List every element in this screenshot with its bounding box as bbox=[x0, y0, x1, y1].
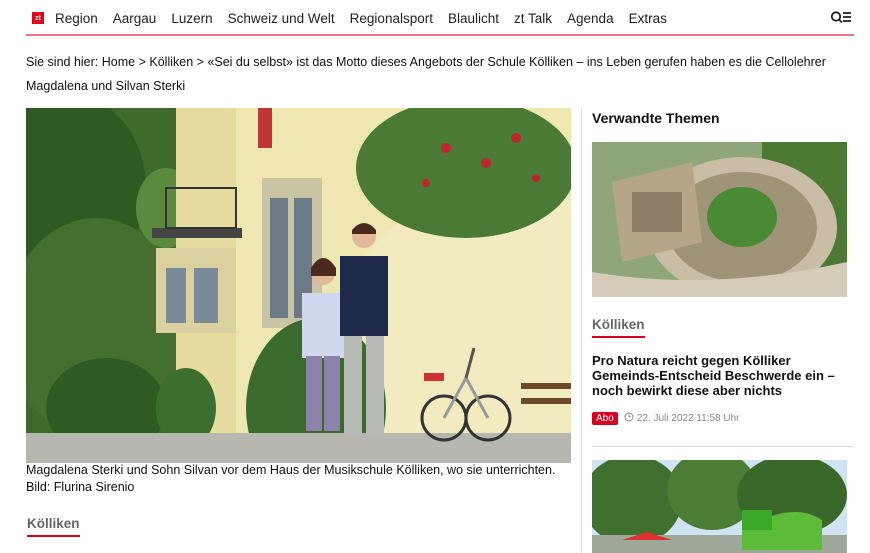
nav-item-agenda[interactable]: Agenda bbox=[567, 11, 614, 26]
caption-text: Magdalena Sterki und Sohn Silvan vor dem… bbox=[26, 463, 556, 477]
breadcrumb-home[interactable]: Home bbox=[102, 55, 135, 69]
abo-badge: Abo bbox=[592, 412, 618, 425]
search-menu-icon[interactable] bbox=[830, 10, 852, 26]
sidebar-title: Verwandte Themen bbox=[592, 110, 720, 126]
caption-credit: Bild: Flurina Sirenio bbox=[26, 480, 135, 494]
image-caption: Magdalena Sterki und Sohn Silvan vor dem… bbox=[26, 462, 571, 496]
article-hero-image bbox=[26, 108, 571, 463]
teaser-headline[interactable]: Pro Natura reicht gegen Kölliker Gemeind… bbox=[592, 353, 850, 398]
second-teaser-image[interactable] bbox=[592, 460, 847, 553]
teaser-image[interactable] bbox=[592, 142, 847, 297]
nav-item-extras[interactable]: Extras bbox=[629, 11, 667, 26]
site-logo[interactable]: zt bbox=[32, 12, 44, 24]
article-section-label[interactable]: Kölliken bbox=[27, 516, 80, 537]
breadcrumb: Sie sind hier: Home > Kölliken > «Sei du… bbox=[26, 50, 856, 98]
teaser-meta: Abo 22. Juli 2022 11:58 Uhr bbox=[592, 412, 739, 425]
breadcrumb-current: «Sei du selbst» ist das Motto dieses Ang… bbox=[26, 55, 826, 93]
breadcrumb-section[interactable]: Kölliken bbox=[149, 55, 193, 69]
breadcrumb-separator: > bbox=[196, 55, 204, 69]
nav-item-luzern[interactable]: Luzern bbox=[171, 11, 212, 26]
column-divider bbox=[581, 108, 582, 553]
clock-icon bbox=[624, 412, 634, 425]
nav-item-schweiz-und-welt[interactable]: Schweiz und Welt bbox=[228, 11, 335, 26]
nav-divider bbox=[26, 34, 854, 36]
nav-item-zt-talk[interactable]: zt Talk bbox=[514, 11, 552, 26]
nav-item-aargau[interactable]: Aargau bbox=[113, 11, 157, 26]
nav-item-regionalsport[interactable]: Regionalsport bbox=[350, 11, 433, 26]
nav-item-region[interactable]: Region bbox=[55, 11, 98, 26]
teaser-section-label[interactable]: Kölliken bbox=[592, 317, 645, 338]
teaser-date: 22. Juli 2022 11:58 Uhr bbox=[636, 413, 740, 424]
breadcrumb-separator: > bbox=[138, 55, 146, 69]
teaser-divider bbox=[592, 446, 854, 447]
breadcrumb-prefix: Sie sind hier: bbox=[26, 55, 99, 69]
main-nav: zt Region Aargau Luzern Schweiz und Welt… bbox=[26, 0, 854, 36]
nav-item-blaulicht[interactable]: Blaulicht bbox=[448, 11, 499, 26]
